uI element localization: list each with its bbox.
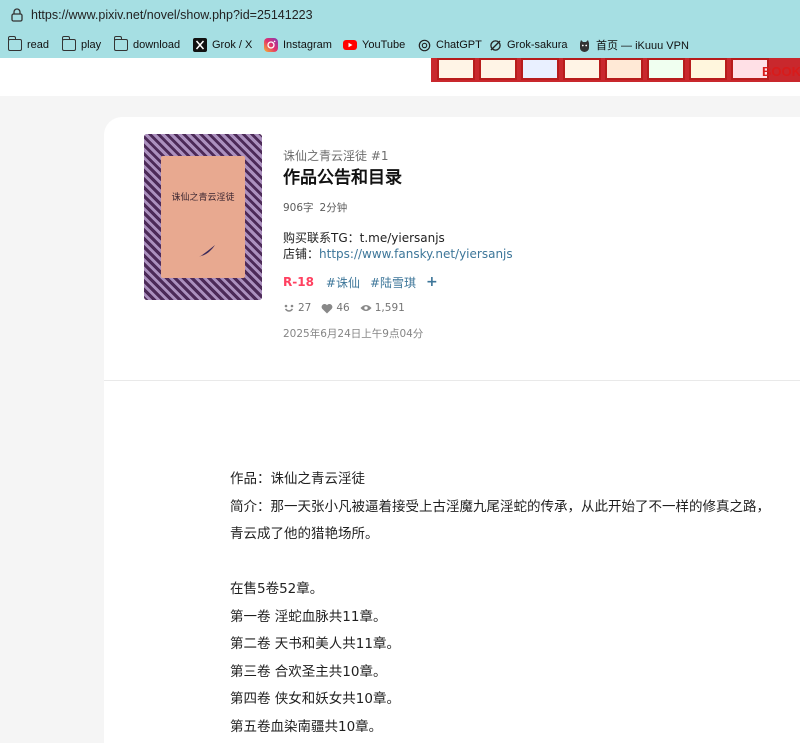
folder-icon (61, 36, 76, 52)
folder-icon (7, 36, 22, 52)
url-text[interactable]: https://www.pixiv.net/novel/show.php?id=… (31, 8, 313, 22)
x-logo-icon (193, 38, 207, 52)
body-blank-line (230, 549, 775, 577)
like-count: 27 (283, 302, 311, 314)
caption-line: 购买联系TG：t.me/yiersanjs (283, 231, 445, 245)
address-bar[interactable]: https://www.pixiv.net/novel/show.php?id=… (0, 0, 800, 31)
banner-image (521, 58, 559, 80)
bookmarks-bar: read play download Grok / X Instagram Yo… (0, 31, 800, 58)
grok-icon (488, 38, 502, 52)
bookmark-label: download (133, 39, 181, 51)
bookmark-label: Grok-sakura (507, 39, 568, 51)
banner-image (437, 58, 475, 80)
bookmark-instagram[interactable]: Instagram (264, 37, 332, 53)
bookmark-ikuuu[interactable]: 首页 — iKuuu VPN (577, 37, 689, 53)
shop-link[interactable]: https://www.fansky.net/yiersanjs (319, 247, 513, 261)
body-line: 第四卷 侠女和妖女共10章。 (230, 691, 400, 707)
site-info-icon[interactable] (11, 8, 23, 22)
bookmark-read[interactable]: read (7, 36, 50, 53)
folder-icon (113, 36, 128, 52)
add-tag-button[interactable]: + (426, 274, 438, 290)
cat-icon (577, 38, 591, 52)
chatgpt-icon (417, 38, 431, 52)
reading-stats: 906字 2分钟 (283, 200, 347, 215)
series-link[interactable]: 诛仙之青云淫徒 #1 (283, 147, 389, 164)
bookmark-count: 46 (321, 302, 350, 314)
quill-icon (199, 245, 215, 257)
banner-image (605, 58, 643, 80)
bookmark-count-value: 46 (336, 302, 350, 314)
heart-icon (321, 302, 333, 314)
bookmark-label: play (81, 39, 102, 51)
novel-cover[interactable]: 诛仙之青云淫徒 (144, 134, 262, 300)
cover-title: 诛仙之青云淫徒 (171, 193, 235, 203)
view-count: 1,591 (360, 302, 405, 314)
tag-list: R-18 #诛仙 #陆雪琪 + (283, 274, 438, 290)
instagram-icon (264, 38, 278, 52)
bookmark-label: Instagram (283, 39, 332, 51)
youtube-icon (343, 38, 357, 52)
like-count-value: 27 (298, 302, 312, 314)
read-time: 2分钟 (319, 202, 348, 214)
bookmark-grok-sakura[interactable]: Grok-sakura (488, 37, 568, 53)
banner-image (689, 58, 727, 80)
publish-date: 2025年6月24日上午9点04分 (283, 328, 424, 340)
bookmark-download[interactable]: download (113, 36, 181, 53)
banner-text: BOOK (762, 64, 800, 79)
bookmark-label: 首页 — iKuuu VPN (596, 40, 689, 52)
caption-line: 店铺：https://www.fansky.net/yiersanjs (283, 245, 513, 262)
banner-image (563, 58, 601, 80)
bookmark-label: ChatGPT (436, 39, 482, 51)
bookmark-grok-x[interactable]: Grok / X (193, 37, 252, 53)
rating-tag[interactable]: R-18 (283, 275, 314, 289)
bookmark-play[interactable]: play (61, 36, 102, 53)
body-line: 简介：那一天张小凡被逼着接受上古淫魔九尾淫蛇的传承，从此开始了不一样的修真之路，… (230, 498, 770, 543)
cover-panel (161, 156, 245, 278)
body-line: 在售5卷52章。 (230, 581, 324, 597)
smile-icon (283, 302, 295, 314)
reaction-stats: 27 46 1,591 (283, 301, 415, 315)
bookmark-label: read (27, 39, 50, 51)
novel-title: 作品公告和目录 (283, 168, 402, 188)
body-line: 第三卷 合欢圣主共10章。 (230, 663, 387, 680)
section-divider (104, 380, 800, 381)
tag-zhuxian[interactable]: #诛仙 (326, 274, 360, 291)
word-count: 906字 (283, 202, 314, 214)
body-line: 第五卷血染南疆共10章。 (230, 718, 383, 735)
bookmark-youtube[interactable]: YouTube (343, 37, 405, 53)
ad-banner[interactable] (431, 58, 800, 82)
body-line: 第一卷 淫蛇血脉共11章。 (230, 608, 387, 625)
bookmark-chatgpt[interactable]: ChatGPT (417, 37, 482, 53)
eye-icon (360, 302, 372, 314)
banner-image (647, 58, 685, 80)
body-line: 作品：诛仙之青云淫徒 (230, 471, 365, 487)
banner-image (479, 58, 517, 80)
novel-body: 作品：诛仙之青云淫徒 简介：那一天张小凡被逼着接受上古淫魔九尾淫蛇的传承，从此开… (230, 466, 775, 741)
body-line: 第二卷 天书和美人共11章。 (230, 636, 400, 652)
caption-prefix: 店铺： (283, 247, 320, 261)
view-count-value: 1,591 (374, 302, 405, 314)
tag-luxueqi[interactable]: #陆雪琪 (370, 274, 416, 291)
bookmark-label: Grok / X (212, 39, 253, 51)
bookmark-label: YouTube (362, 39, 406, 51)
